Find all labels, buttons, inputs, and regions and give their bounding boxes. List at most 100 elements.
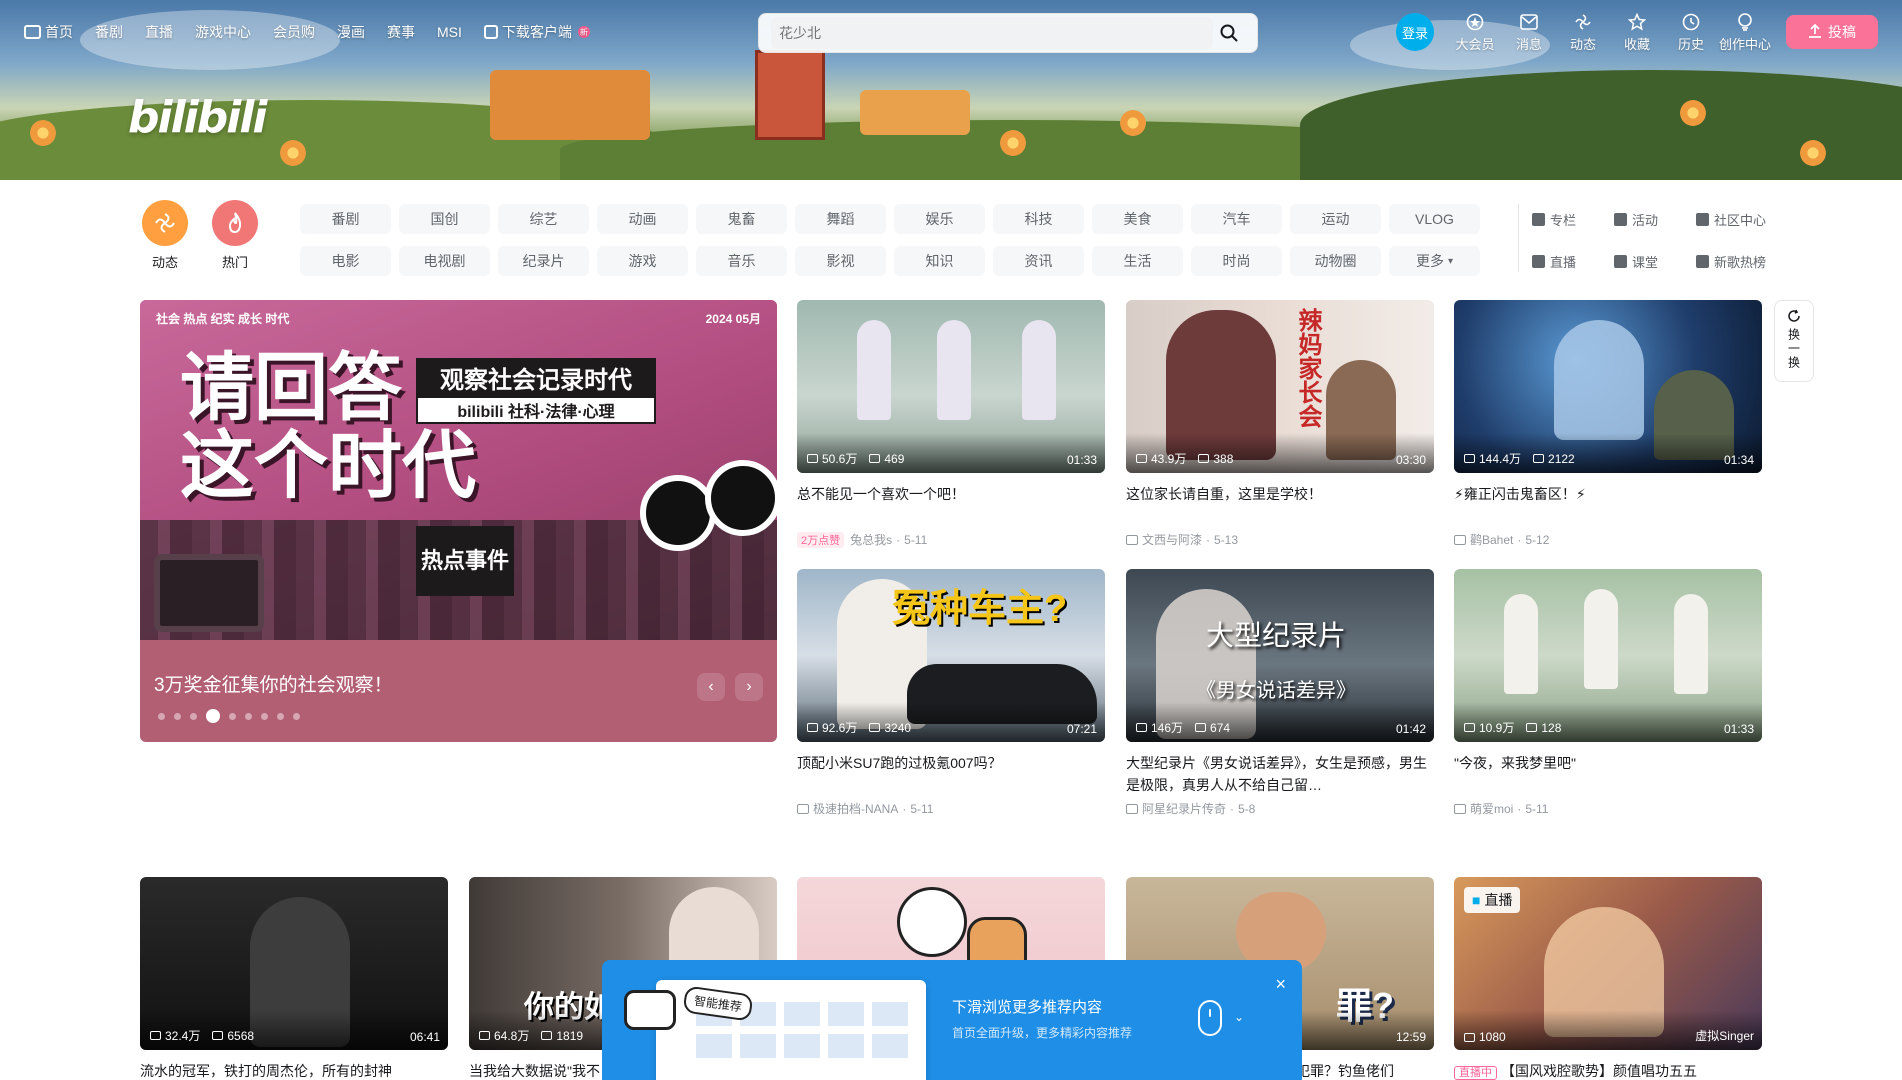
channel-food[interactable]: 美食 bbox=[1092, 204, 1183, 234]
channel-dynamic[interactable]: 动态 bbox=[140, 200, 190, 271]
nav-favorite[interactable]: 收藏 bbox=[1610, 12, 1664, 53]
video-thumbnail[interactable]: 144.4万 2122 01:34 bbox=[1454, 300, 1762, 473]
video-title[interactable]: "今夜，来我梦里吧" bbox=[1454, 752, 1762, 796]
nav-live[interactable]: 直播 bbox=[145, 22, 173, 42]
channel-news[interactable]: 资讯 bbox=[993, 246, 1084, 276]
nav-bangumi[interactable]: 番剧 bbox=[95, 22, 123, 42]
upload-button[interactable]: 投稿 bbox=[1786, 15, 1878, 49]
video-card[interactable]: 50.6万 469 01:33 总不能见一个喜欢一个吧！ 2万点赞 兔总我s · 5-1… bbox=[797, 300, 1105, 548]
nav-mall[interactable]: 会员购 bbox=[273, 22, 315, 42]
channel-hot[interactable]: 热门 bbox=[210, 200, 260, 271]
video-thumbnail[interactable]: 冤种车主? 92.6万 3240 07:21 bbox=[797, 569, 1105, 742]
video-title[interactable]: 总不能见一个喜欢一个吧！ bbox=[797, 483, 1105, 527]
video-title[interactable]: ⚡雍正闪击鬼畜区！⚡ bbox=[1454, 483, 1762, 527]
video-thumbnail[interactable]: 32.4万 6568 06:41 bbox=[140, 877, 448, 1050]
search-input[interactable] bbox=[771, 17, 1213, 49]
video-title[interactable]: 大型纪录片《男女说话差异》，女生是预感，男生是极限，真男人从不给自己留… bbox=[1126, 752, 1434, 796]
nav-home[interactable]: 首页 bbox=[24, 22, 73, 42]
search-icon[interactable] bbox=[1213, 17, 1245, 49]
nav-message[interactable]: 消息 bbox=[1502, 12, 1556, 53]
side-link-live[interactable]: 直播 bbox=[1532, 246, 1610, 276]
video-author[interactable]: 文西与阿漆 bbox=[1142, 531, 1202, 548]
carousel-artwork[interactable]: 社会 热点 纪实 成长 时代 2024 05月 请回答 这个时代 观察社会记录时… bbox=[140, 300, 777, 640]
carousel-prev-button[interactable]: ‹ bbox=[697, 673, 725, 701]
channel-kichiku[interactable]: 鬼畜 bbox=[696, 204, 787, 234]
carousel-dot[interactable] bbox=[190, 712, 197, 720]
channel-animal[interactable]: 动物圈 bbox=[1290, 246, 1381, 276]
video-thumbnail[interactable]: 辣妈家长会 43.9万 388 03:30 bbox=[1126, 300, 1434, 473]
video-thumbnail[interactable]: 10.9万 128 01:33 bbox=[1454, 569, 1762, 742]
video-thumbnail[interactable]: 50.6万 469 01:33 bbox=[797, 300, 1105, 473]
side-link-activity[interactable]: 活动 bbox=[1614, 204, 1692, 234]
channel-vlog[interactable]: VLOG bbox=[1389, 204, 1480, 234]
video-author[interactable]: 阿星纪录片传奇 bbox=[1142, 800, 1226, 817]
channel-sports[interactable]: 运动 bbox=[1290, 204, 1381, 234]
carousel-dot[interactable] bbox=[229, 712, 236, 720]
nav-game-center[interactable]: 游戏中心 bbox=[195, 22, 251, 42]
video-card[interactable]: 冤种车主? 92.6万 3240 07:21 顶配小米SU7跑的过极氪007吗？ … bbox=[797, 569, 1105, 817]
login-avatar[interactable]: 登录 bbox=[1396, 13, 1434, 51]
channel-music[interactable]: 音乐 bbox=[696, 246, 787, 276]
side-link-songs[interactable]: 新歌热榜 bbox=[1696, 246, 1774, 276]
video-author[interactable]: 鹳Bahet bbox=[1470, 531, 1513, 548]
video-title[interactable]: 顶配小米SU7跑的过极氪007吗？ bbox=[797, 752, 1105, 796]
video-card[interactable]: 辣妈家长会 43.9万 388 03:30 这位家长请自重，这里是学校！ 文西与阿… bbox=[1126, 300, 1434, 548]
channel-fashion[interactable]: 时尚 bbox=[1191, 246, 1282, 276]
video-title[interactable]: 直播中 【国风戏腔歌势】颜值唱功五五 bbox=[1454, 1060, 1762, 1080]
nav-download[interactable]: 下载客户端新 bbox=[483, 22, 590, 42]
banner-carousel[interactable]: 社会 热点 纪实 成长 时代 2024 05月 请回答 这个时代 观察社会记录时… bbox=[140, 300, 777, 742]
side-link-community[interactable]: 社区中心 bbox=[1696, 204, 1774, 234]
channel-tech[interactable]: 科技 bbox=[993, 204, 1084, 234]
nav-manga[interactable]: 漫画 bbox=[337, 22, 365, 42]
video-thumbnail[interactable]: 大型纪录片 《男女说话差异》 146万 674 01:42 bbox=[1126, 569, 1434, 742]
bilibili-logo[interactable]: bilibili bbox=[128, 92, 267, 143]
carousel-dot[interactable] bbox=[293, 712, 300, 720]
channel-tv[interactable]: 电视剧 bbox=[399, 246, 490, 276]
channel-bangumi[interactable]: 番剧 bbox=[300, 204, 391, 234]
refresh-button[interactable]: 换一换 bbox=[1774, 300, 1814, 382]
channel-movie[interactable]: 电影 bbox=[300, 246, 391, 276]
channel-film[interactable]: 影视 bbox=[795, 246, 886, 276]
channel-variety[interactable]: 综艺 bbox=[498, 204, 589, 234]
channel-life[interactable]: 生活 bbox=[1092, 246, 1183, 276]
nav-msi[interactable]: MSI bbox=[437, 24, 462, 40]
nav-dynamic[interactable]: 动态 bbox=[1556, 12, 1610, 53]
carousel-next-button[interactable]: › bbox=[735, 673, 763, 701]
video-card[interactable]: 10.9万 128 01:33 "今夜，来我梦里吧" 萌爱moi · 5-11 bbox=[1454, 569, 1762, 817]
nav-vip[interactable]: 大会员 bbox=[1448, 12, 1502, 53]
channel-game[interactable]: 游戏 bbox=[597, 246, 688, 276]
video-author[interactable]: 兔总我s bbox=[850, 531, 892, 548]
channel-more[interactable]: 更多 ▾ bbox=[1389, 246, 1480, 276]
carousel-dot[interactable] bbox=[206, 709, 220, 723]
video-date: 5-11 bbox=[1525, 801, 1549, 816]
side-link-column[interactable]: 专栏 bbox=[1532, 204, 1610, 234]
carousel-dot[interactable] bbox=[277, 712, 284, 720]
carousel-caption[interactable]: 3万奖金征集你的社会观察！ bbox=[154, 670, 393, 697]
side-link-class[interactable]: 课堂 bbox=[1614, 246, 1692, 276]
video-author[interactable]: 萌爱moi bbox=[1470, 800, 1513, 817]
video-title[interactable]: 流水的冠军，铁打的周杰伦，所有的封神 bbox=[140, 1060, 448, 1080]
channel-dance[interactable]: 舞蹈 bbox=[795, 204, 886, 234]
nav-history[interactable]: 历史 bbox=[1664, 12, 1718, 53]
channel-guochuang[interactable]: 国创 bbox=[399, 204, 490, 234]
channel-car[interactable]: 汽车 bbox=[1191, 204, 1282, 234]
live-card[interactable]: ■ 直播 1080 虚拟Singer 直播中 【国风戏腔歌势】颜值唱功五五 bbox=[1454, 877, 1762, 1080]
carousel-dot[interactable] bbox=[158, 712, 165, 720]
video-card[interactable]: 32.4万 6568 06:41 流水的冠军，铁打的周杰伦，所有的封神 bbox=[140, 877, 448, 1080]
carousel-dot[interactable] bbox=[174, 712, 181, 720]
popup-close-button[interactable]: × bbox=[1275, 974, 1286, 995]
video-author[interactable]: 极速拍档-NANA bbox=[813, 800, 898, 817]
channel-animation[interactable]: 动画 bbox=[597, 204, 688, 234]
video-card[interactable]: 144.4万 2122 01:34 ⚡雍正闪击鬼畜区！⚡ 鹳Bahet · 5-12 bbox=[1454, 300, 1762, 548]
video-card[interactable]: 大型纪录片 《男女说话差异》 146万 674 01:42 大型纪录片《男女说话差… bbox=[1126, 569, 1434, 817]
eye-icon bbox=[1464, 1032, 1475, 1042]
video-thumbnail[interactable]: ■ 直播 1080 虚拟Singer bbox=[1454, 877, 1762, 1050]
channel-knowledge[interactable]: 知识 bbox=[894, 246, 985, 276]
carousel-dot[interactable] bbox=[261, 712, 268, 720]
nav-creator[interactable]: 创作中心 bbox=[1718, 12, 1772, 53]
channel-documentary[interactable]: 纪录片 bbox=[498, 246, 589, 276]
nav-match[interactable]: 赛事 bbox=[387, 22, 415, 42]
carousel-dot[interactable] bbox=[245, 712, 252, 720]
channel-entertainment[interactable]: 娱乐 bbox=[894, 204, 985, 234]
video-title[interactable]: 这位家长请自重，这里是学校！ bbox=[1126, 483, 1434, 527]
